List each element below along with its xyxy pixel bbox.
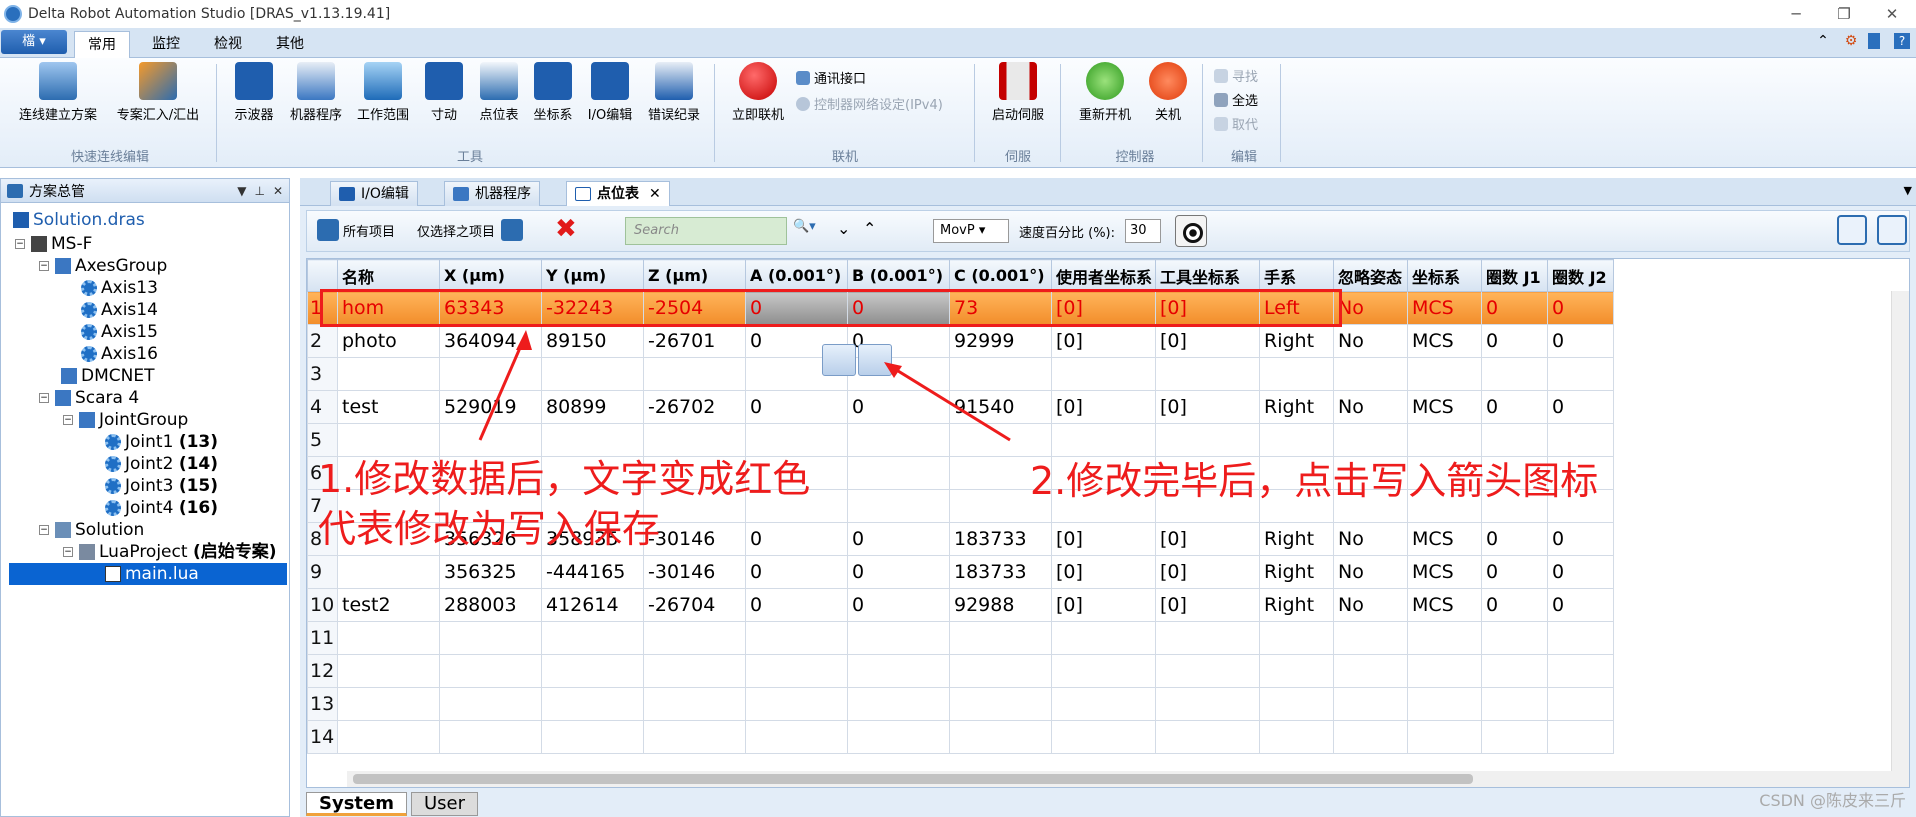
annotation-arrows xyxy=(478,330,1011,442)
watermark: CSDN @陈皮来三斤 xyxy=(1759,791,1906,810)
arrow-head-2 xyxy=(884,362,902,378)
annotation-note-1-line-1: 1.修改数据后，文字变成红色 xyxy=(318,457,811,501)
app-window: { "window":{"title":"Delta Robot Automat… xyxy=(0,0,1916,817)
annotation-note-2: 2.修改完毕后，点击写入箭头图标 xyxy=(1030,459,1599,503)
arrow-head-1 xyxy=(516,330,532,350)
arrow-line-2 xyxy=(889,364,1011,442)
annotation-note-1-line-2: 代表修改为写入保存 xyxy=(318,507,661,551)
